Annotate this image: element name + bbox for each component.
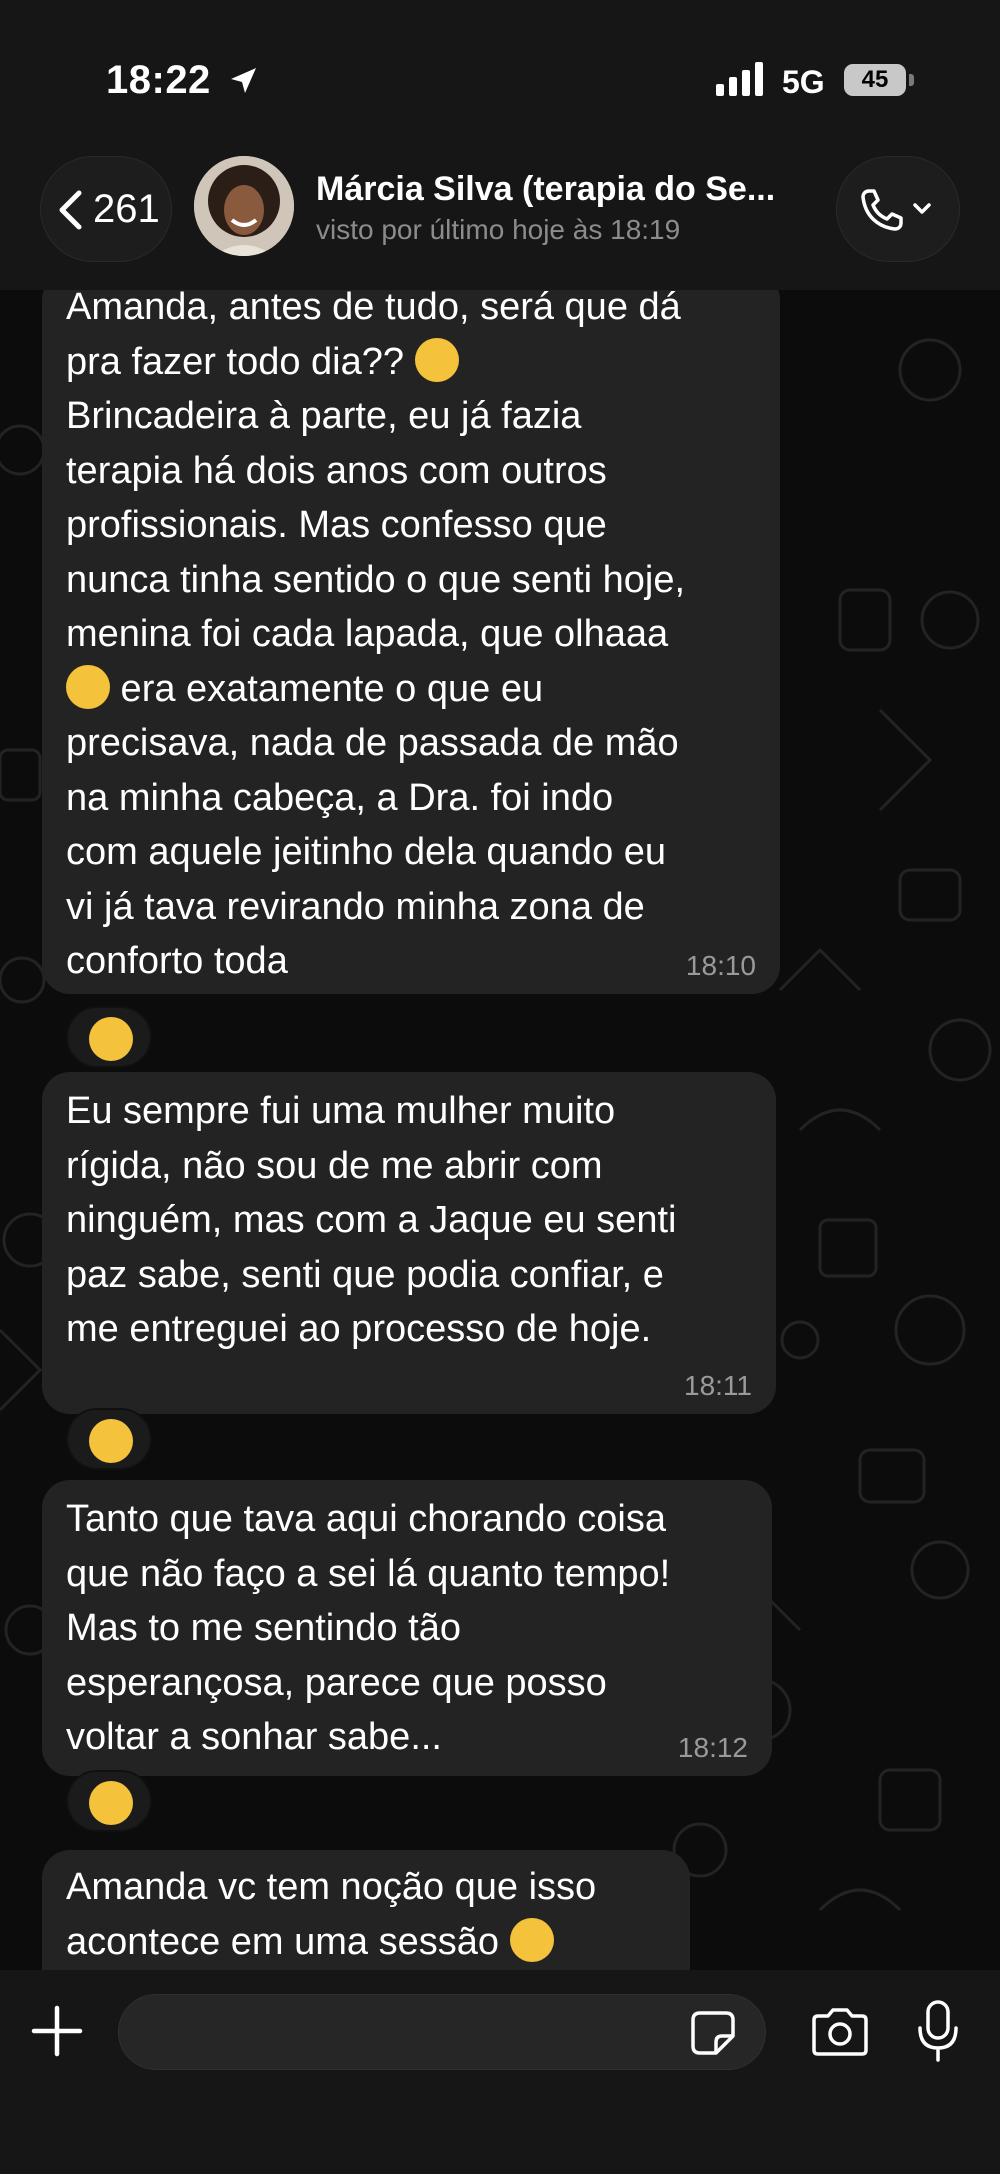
last-seen-status: visto por último hoje às 18:19 (316, 214, 681, 245)
face-screaming-in-fear-emoji (509, 1917, 554, 1962)
message-text: Amanda, antes de tudo, será que dá pra f… (66, 290, 756, 989)
message-input[interactable] (118, 1994, 766, 2070)
face-exhaling-emoji (66, 664, 110, 709)
phone-icon (861, 189, 931, 231)
chat-area[interactable]: Amanda, antes de tudo, será que dá pra f… (0, 290, 1000, 1970)
chat-header: 261 Márcia Silva (terapia do Se... visto… (0, 150, 1000, 290)
incoming-message[interactable]: Amanda, antes de tudo, será que dá pra f… (42, 290, 780, 994)
message-reaction[interactable] (66, 1770, 152, 1832)
battery-icon: 45 (844, 64, 906, 96)
location-arrow-icon (231, 68, 256, 93)
battery-level: 45 (861, 66, 889, 93)
message-timestamp: 18:10 (685, 950, 756, 981)
cellular-signal-icon (716, 62, 763, 96)
message-text-part: Brincadeira à parte, eu já fazia terapia… (66, 395, 686, 655)
chevron-down-icon (913, 203, 931, 214)
message-text-part: Amanda, antes de tudo, será que dá pra f… (66, 290, 681, 383)
network-type: 5G (782, 64, 825, 100)
contact-name[interactable]: Márcia Silva (terapia do Se... (316, 170, 796, 209)
message-timestamp: 18:11 (684, 1370, 752, 1401)
message-timestamp: 18:12 (677, 1732, 748, 1763)
smiling-face-with-hearts-emoji (89, 1017, 133, 1061)
incoming-message[interactable]: Amanda vc tem noção que isso acontece em… (42, 1850, 690, 1970)
incoming-message[interactable]: Eu sempre fui uma mulher muito rígida, n… (42, 1072, 776, 1414)
status-bar: 18:22 5G 45 (0, 0, 1000, 150)
message-reaction[interactable] (66, 1006, 152, 1068)
chevron-left-icon (59, 190, 82, 230)
avatar-photo (194, 156, 294, 256)
rolling-on-floor-laughing-emoji (414, 337, 459, 382)
microphone-icon[interactable] (916, 2000, 960, 2062)
plus-icon[interactable] (30, 2004, 84, 2058)
battery-tip (909, 74, 914, 86)
partying-face-emoji (89, 1781, 133, 1825)
call-button[interactable] (836, 156, 960, 262)
back-button[interactable]: 261 (40, 156, 172, 262)
message-text: Tanto que tava aqui chorando coisa que n… (66, 1498, 671, 1758)
message-text: Amanda vc tem noção que isso acontece em… (66, 1850, 666, 1969)
message-text-part: era exatamente o que eu precisava, nada … (66, 667, 679, 983)
unread-count: 261 (93, 187, 160, 231)
sticker-icon[interactable] (690, 2010, 736, 2056)
message-input-bar (0, 1970, 1000, 2174)
status-time: 18:22 (106, 58, 211, 102)
contact-avatar[interactable] (194, 156, 294, 256)
message-text: Eu sempre fui uma mulher muito rígida, n… (66, 1090, 677, 1350)
incoming-message[interactable]: Tanto que tava aqui chorando coisa que n… (42, 1480, 772, 1776)
camera-icon[interactable] (810, 2008, 870, 2056)
message-reaction[interactable] (66, 1408, 152, 1470)
pleading-face-emoji (89, 1419, 133, 1463)
